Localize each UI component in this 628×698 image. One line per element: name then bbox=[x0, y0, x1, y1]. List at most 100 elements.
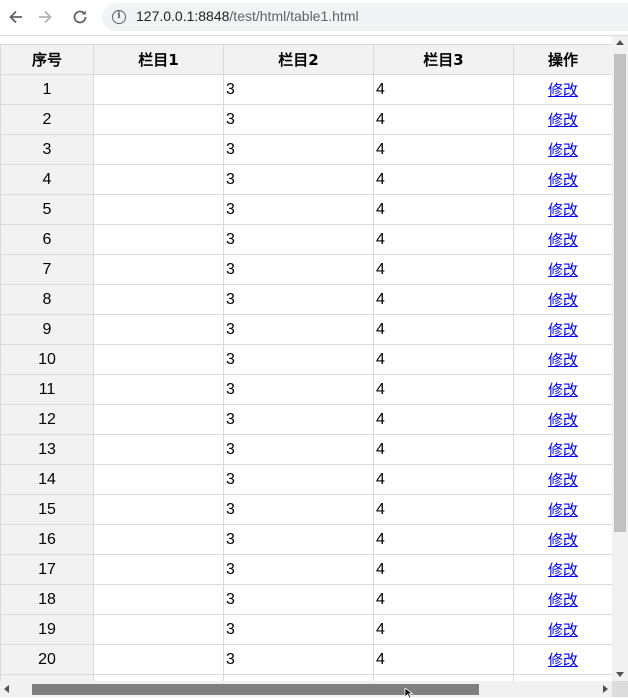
info-icon[interactable]: i bbox=[112, 10, 126, 24]
scroll-right-arrow-icon[interactable] bbox=[603, 685, 608, 693]
column-header-action: 操作 bbox=[513, 44, 612, 75]
edit-link[interactable]: 修改 bbox=[548, 291, 578, 309]
table-row: 1 3 4 修改 bbox=[0, 74, 612, 105]
url-text[interactable]: 127.0.0.1:8848/test/html/table1.html bbox=[136, 8, 359, 24]
edit-link[interactable]: 修改 bbox=[548, 471, 578, 489]
vertical-scroll-thumb[interactable] bbox=[614, 54, 626, 532]
col2-cell: 3 bbox=[223, 644, 374, 675]
edit-link[interactable]: 修改 bbox=[548, 651, 578, 669]
reload-icon bbox=[73, 10, 87, 24]
edit-link[interactable]: 修改 bbox=[548, 561, 578, 579]
row-index-cell: 9 bbox=[0, 314, 94, 345]
action-cell: 修改 bbox=[513, 614, 612, 645]
col2-cell: 3 bbox=[223, 464, 374, 495]
col2-cell: 3 bbox=[223, 374, 374, 405]
scroll-up-arrow-icon[interactable] bbox=[616, 40, 624, 45]
action-cell: 修改 bbox=[513, 254, 612, 285]
address-bar[interactable]: i 127.0.0.1:8848/test/html/table1.html bbox=[102, 3, 628, 31]
row-index-cell: 10 bbox=[0, 344, 94, 375]
action-cell: 修改 bbox=[513, 464, 612, 495]
edit-link[interactable]: 修改 bbox=[548, 411, 578, 429]
action-cell: 修改 bbox=[513, 314, 612, 345]
forward-button[interactable] bbox=[34, 6, 56, 28]
col3-cell: 4 bbox=[373, 494, 514, 525]
table-row: 14 3 4 修改 bbox=[0, 464, 612, 495]
col3-cell: 4 bbox=[373, 464, 514, 495]
table-row: 15 3 4 修改 bbox=[0, 494, 612, 525]
edit-link[interactable]: 修改 bbox=[548, 111, 578, 129]
row-index-cell: 14 bbox=[0, 464, 94, 495]
table-row: 16 3 4 修改 bbox=[0, 524, 612, 555]
row-index-cell: 2 bbox=[0, 104, 94, 135]
edit-link[interactable]: 修改 bbox=[548, 231, 578, 249]
col2-cell: 3 bbox=[223, 164, 374, 195]
col1-cell bbox=[93, 374, 224, 405]
action-cell: 修改 bbox=[513, 554, 612, 585]
col3-cell: 4 bbox=[373, 614, 514, 645]
edit-link[interactable]: 修改 bbox=[548, 531, 578, 549]
url-host: 127.0.0.1:8848 bbox=[136, 8, 230, 24]
browser-toolbar: i 127.0.0.1:8848/test/html/table1.html bbox=[0, 0, 628, 36]
action-cell: 修改 bbox=[513, 224, 612, 255]
edit-link[interactable]: 修改 bbox=[548, 501, 578, 519]
horizontal-scrollbar[interactable] bbox=[0, 681, 612, 697]
vertical-scrollbar[interactable] bbox=[612, 36, 628, 681]
column-header-col2: 栏目2 bbox=[223, 44, 374, 75]
edit-link[interactable]: 修改 bbox=[548, 81, 578, 99]
row-index-cell: 3 bbox=[0, 134, 94, 165]
column-header-index: 序号 bbox=[0, 44, 94, 75]
col2-cell: 3 bbox=[223, 74, 374, 105]
col1-cell bbox=[93, 584, 224, 615]
edit-link[interactable]: 修改 bbox=[548, 591, 578, 609]
reload-button[interactable] bbox=[69, 6, 91, 28]
col3-cell: 4 bbox=[373, 254, 514, 285]
col1-cell bbox=[93, 464, 224, 495]
col2-cell: 3 bbox=[223, 314, 374, 345]
col1-cell bbox=[93, 404, 224, 435]
edit-link[interactable]: 修改 bbox=[548, 141, 578, 159]
action-cell: 修改 bbox=[513, 344, 612, 375]
action-cell: 修改 bbox=[513, 164, 612, 195]
edit-link[interactable]: 修改 bbox=[548, 321, 578, 339]
back-button[interactable] bbox=[5, 6, 27, 28]
col3-cell: 4 bbox=[373, 74, 514, 105]
edit-link[interactable]: 修改 bbox=[548, 171, 578, 189]
edit-link[interactable]: 修改 bbox=[548, 261, 578, 279]
row-index-cell: 17 bbox=[0, 554, 94, 585]
col1-cell bbox=[93, 494, 224, 525]
column-header-col3: 栏目3 bbox=[373, 44, 514, 75]
col3-cell: 4 bbox=[373, 134, 514, 165]
edit-link[interactable]: 修改 bbox=[548, 351, 578, 369]
row-index-cell: 11 bbox=[0, 374, 94, 405]
col3-cell: 4 bbox=[373, 344, 514, 375]
scroll-down-arrow-icon[interactable] bbox=[616, 672, 624, 677]
scrollbar-corner bbox=[612, 681, 628, 697]
col1-cell bbox=[93, 74, 224, 105]
col1-cell bbox=[93, 194, 224, 225]
action-cell: 修改 bbox=[513, 374, 612, 405]
action-cell: 修改 bbox=[513, 284, 612, 315]
row-index-cell: 18 bbox=[0, 584, 94, 615]
edit-link[interactable]: 修改 bbox=[548, 441, 578, 459]
row-index-cell: 19 bbox=[0, 614, 94, 645]
data-table: 序号 栏目1 栏目2 栏目3 操作 1 3 4 修改 2 3 4 修改 3 3 4 修改 4 3 4 修改 5 3… bbox=[0, 44, 612, 681]
action-cell: 修改 bbox=[513, 74, 612, 105]
edit-link[interactable]: 修改 bbox=[548, 381, 578, 399]
edit-link[interactable]: 修改 bbox=[548, 201, 578, 219]
action-cell: 修改 bbox=[513, 404, 612, 435]
col1-cell bbox=[93, 644, 224, 675]
table-row: 12 3 4 修改 bbox=[0, 404, 612, 435]
row-index-cell: 16 bbox=[0, 524, 94, 555]
edit-link[interactable]: 修改 bbox=[548, 621, 578, 639]
page-viewport: 序号 栏目1 栏目2 栏目3 操作 1 3 4 修改 2 3 4 修改 3 3 4 修改 4 3 4 修改 5 3… bbox=[0, 36, 612, 681]
col1-cell bbox=[93, 524, 224, 555]
col2-cell: 3 bbox=[223, 524, 374, 555]
scroll-left-arrow-icon[interactable] bbox=[4, 685, 9, 693]
col1-cell bbox=[93, 254, 224, 285]
col2-cell: 3 bbox=[223, 224, 374, 255]
action-cell: 修改 bbox=[513, 434, 612, 465]
col1-cell bbox=[93, 104, 224, 135]
col2-cell: 3 bbox=[223, 254, 374, 285]
col2-cell: 3 bbox=[223, 494, 374, 525]
col2-cell: 3 bbox=[223, 344, 374, 375]
